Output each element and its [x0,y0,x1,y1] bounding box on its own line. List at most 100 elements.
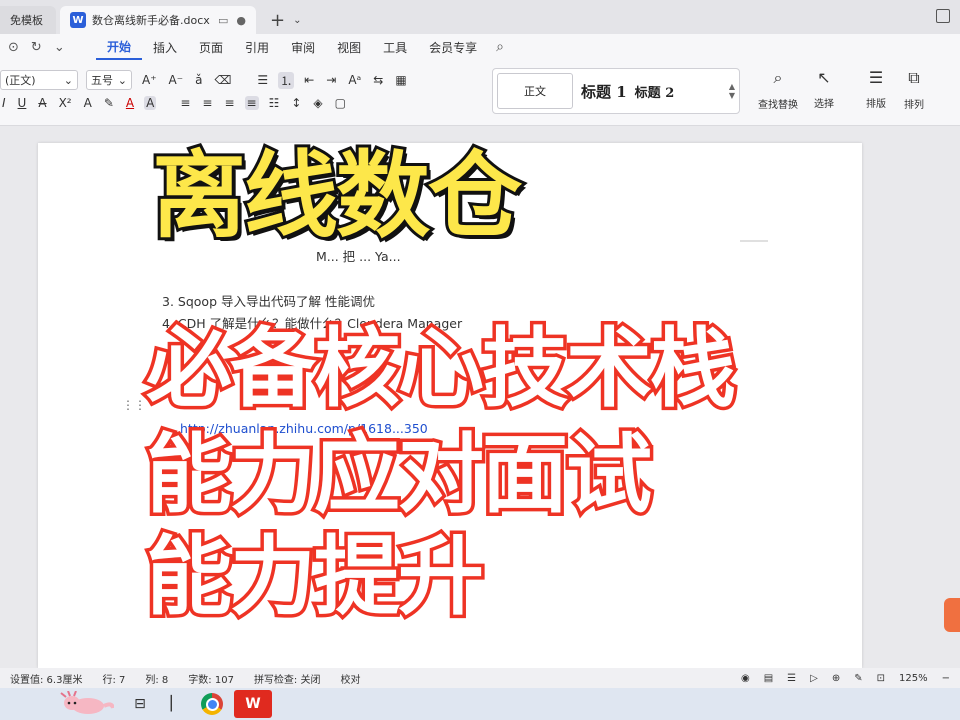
cursor-icon: ↖ [817,68,831,87]
border-icon[interactable]: ▢ [333,96,348,110]
align-justify-icon[interactable]: ≡ [244,96,259,110]
layout-icon: ☰ [868,68,884,87]
font-name-value: (正文) [5,74,36,87]
find-replace-button[interactable]: ⌕ 查找替换 [758,68,798,111]
arrange-icon: ⧉ [908,68,920,87]
divider-icon: ▏ [170,696,182,712]
eye-icon[interactable]: ◉ [741,673,750,684]
line-spacing-icon[interactable]: ↕ [289,96,303,110]
taskbar: ⊟ ▏ W [0,688,960,720]
menu-member[interactable]: 会员专享 [418,34,488,60]
bullet-list-icon[interactable]: ☰ [255,73,270,87]
styles-gallery: 正文 标题 1 标题 2 ▲ ▼ [492,68,740,114]
quick-menu-icon[interactable]: ⊙ [8,40,19,55]
phonetic-icon[interactable]: ǎ [193,73,204,87]
magnifier-icon: ⌕ [773,68,783,87]
title-tab-bar: 免模板 W 数仓离线新手必备.docx ▭ ● + ⌄ [0,0,960,34]
tab-template-label: 免模板 [10,14,43,27]
arrange-button[interactable]: ⧉ 排列 [904,68,924,111]
numbered-list-icon[interactable]: ⒈ [278,71,295,89]
strikethrough-icon[interactable]: A [36,96,48,110]
outdent-icon[interactable]: ⇤ [302,73,316,87]
status-spell[interactable]: 拼写检查: 关闭 [244,671,331,686]
layout-label: 排版 [866,99,886,110]
style-heading-1[interactable]: 标题 1 [581,73,627,109]
align-left-icon[interactable]: ≡ [178,96,192,110]
status-row: 行: 7 [102,674,126,686]
font-grow-icon[interactable]: A⁺ [140,73,159,87]
italic-icon[interactable]: I [0,96,8,110]
underline-icon[interactable]: U [16,96,29,110]
caption-line-3: 能力提升 [143,527,488,627]
highlight-icon[interactable]: ✎ [102,96,116,110]
distributed-icon[interactable]: ☷ [267,96,282,110]
redo-icon[interactable]: ↻ [31,40,42,55]
caption-line-1: 必备核心技术栈 [143,319,740,419]
style-heading-2[interactable]: 标题 2 [635,73,675,109]
clear-format-icon[interactable]: ⌫ [212,73,233,87]
menu-review[interactable]: 审阅 [280,34,326,60]
tab-template[interactable]: 免模板 [0,6,56,34]
char-case-icon[interactable]: Aᵃ [346,73,363,87]
status-col: 列: 8 [145,674,169,686]
status-setting: 设置值: 6.3厘米 [10,674,83,686]
status-words[interactable]: 字数: 107 [178,671,244,686]
menu-bar: ⊙ ↻ ⌄ 开始 插入 页面 引用 审阅 视图 工具 会员专享 ⌕ [0,34,960,60]
indent-icon[interactable]: ⇥ [324,73,338,87]
font-size-select[interactable]: 五号 ⌄ [86,70,132,90]
menu-page[interactable]: 页面 [188,34,234,60]
align-right-icon[interactable]: ≡ [222,96,236,110]
zoom-out-icon[interactable]: − [942,673,950,684]
caption-line-2: 能力应对面试 [143,425,656,525]
styles-up-icon[interactable]: ▲ [729,82,735,91]
text-effect-icon[interactable]: A [82,96,94,110]
new-tab-plus-icon[interactable]: + [270,10,285,31]
play-icon[interactable]: ▷ [810,673,818,684]
tab-list-chevron-icon[interactable]: ⌄ [293,15,301,26]
status-proof[interactable]: 校对 [331,671,371,686]
chrome-icon[interactable] [200,692,224,716]
align-center-icon[interactable]: ≡ [200,96,214,110]
font-color-icon[interactable]: A [124,96,136,110]
menu-tools[interactable]: 工具 [372,34,418,60]
font-size-chevron-icon: ⌄ [117,73,127,87]
side-widget-icon[interactable] [944,598,960,632]
table-icon[interactable]: ▦ [393,73,408,87]
pen-icon[interactable]: ✎ [854,673,862,684]
more-chevron-icon[interactable]: ⌄ [54,40,65,55]
tab-monitor-icon[interactable]: ▭ [218,14,228,27]
menu-home[interactable]: 开始 [96,34,143,60]
superscript-icon[interactable]: X² [57,96,74,110]
window-layout-icon[interactable] [936,9,950,23]
tab-dot-icon[interactable]: ● [236,14,246,27]
style-normal[interactable]: 正文 [497,73,573,109]
menu-view[interactable]: 视图 [326,34,372,60]
taskview-icon[interactable]: ⊟ [128,692,152,716]
font-name-select[interactable]: (正文) ⌄ [0,70,78,90]
char-shading-icon[interactable]: A [144,96,157,110]
page-view-icon[interactable]: ▤ [764,673,773,684]
page-divider [740,240,768,242]
layout-button[interactable]: ☰ 排版 [866,68,886,110]
fit-icon[interactable]: ⊡ [877,673,885,684]
word-doc-icon: W [70,12,86,28]
web-view-icon[interactable]: ⊕ [832,673,840,684]
search-icon[interactable]: ⌕ [496,39,504,55]
doc-line-sqoop[interactable]: 3. Sqoop 导入导出代码了解 性能调优 [162,291,375,310]
outline-view-icon[interactable]: ☰ [787,673,796,684]
tab-document[interactable]: W 数仓离线新手必备.docx ▭ ● [60,6,256,34]
shading-icon[interactable]: ◈ [311,96,324,110]
select-button[interactable]: ↖ 选择 [814,68,834,110]
arrange-label: 排列 [904,100,924,111]
menu-insert[interactable]: 插入 [142,34,188,60]
zoom-level[interactable]: 125% [899,673,928,684]
menu-references[interactable]: 引用 [234,34,280,60]
select-label: 选择 [814,99,834,110]
font-shrink-icon[interactable]: A⁻ [167,73,186,87]
styles-down-icon[interactable]: ▼ [729,91,735,100]
wps-app-icon[interactable]: W [234,690,272,718]
ribbon-toolbar: (正文) ⌄ 五号 ⌄ A⁺ A⁻ ǎ ⌫ ☰ ⒈ ⇤ ⇥ Aᵃ ⇆ ▦ I U A… [0,60,960,126]
line-flow-icon[interactable]: ⇆ [371,73,385,87]
title-caption: 离线数仓 [149,142,525,251]
drag-handle-icon[interactable]: ⋮⋮ [122,398,146,412]
